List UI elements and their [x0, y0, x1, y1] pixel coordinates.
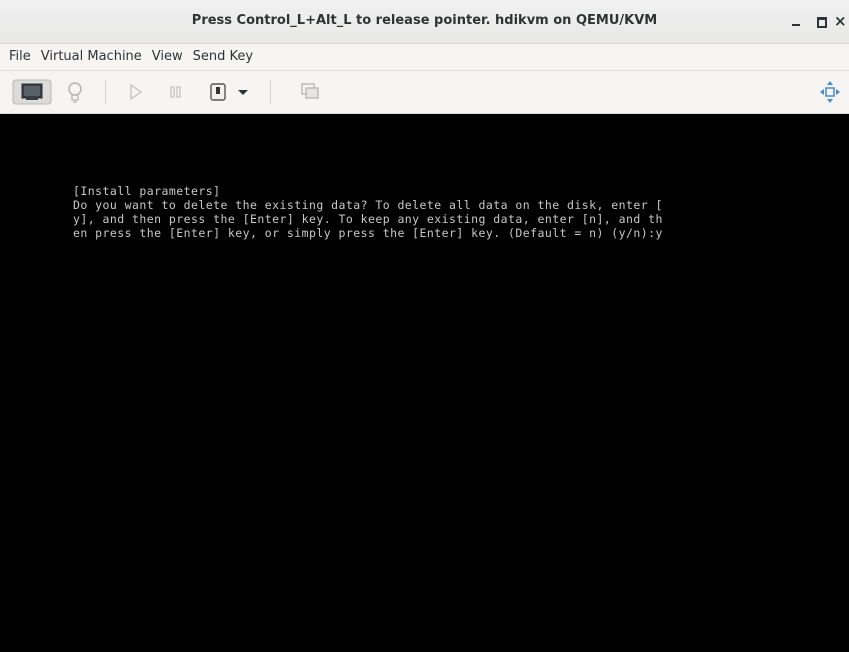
toolbar: [0, 71, 849, 114]
close-button[interactable]: ×: [831, 12, 849, 32]
menu-view[interactable]: View: [147, 44, 188, 70]
console-line: en press the [Enter] key, or simply pres…: [73, 226, 663, 240]
fullscreen-button[interactable]: [818, 79, 842, 105]
lightbulb-icon: [68, 82, 82, 103]
pause-button[interactable]: [165, 79, 187, 105]
shutdown-button[interactable]: [207, 79, 229, 105]
show-console-button[interactable]: [12, 79, 52, 105]
menu-send-key[interactable]: Send Key: [188, 44, 258, 70]
maximize-button[interactable]: [811, 12, 831, 32]
dropdown-arrow-icon: [238, 90, 248, 95]
minimize-icon: [792, 24, 800, 26]
pause-icon: [170, 86, 181, 98]
console-line: Do you want to delete the existing data?…: [73, 198, 663, 212]
console-output: [Install parameters] Do you want to delet…: [73, 184, 663, 240]
toolbar-separator: [270, 80, 271, 104]
snapshot-icon: [301, 83, 319, 99]
toolbar-separator: [105, 80, 106, 104]
play-icon: [130, 83, 143, 101]
vm-console-display[interactable]: [Install parameters] Do you want to delet…: [0, 114, 849, 652]
power-icon: [210, 83, 226, 101]
show-details-button[interactable]: [64, 79, 86, 105]
minimize-button[interactable]: [786, 12, 806, 32]
snapshots-button[interactable]: [299, 79, 321, 105]
maximize-icon: [817, 17, 827, 28]
fullscreen-icon: [820, 81, 840, 103]
run-button[interactable]: [124, 79, 146, 105]
console-line: y], and then press the [Enter] key. To k…: [73, 212, 663, 226]
title-bar[interactable]: Press Control_L+Alt_L to release pointer…: [0, 0, 849, 44]
vm-viewer-window: Press Control_L+Alt_L to release pointer…: [0, 0, 849, 652]
shutdown-menu-button[interactable]: [234, 79, 252, 105]
monitor-icon: [12, 79, 52, 105]
window-title: Press Control_L+Alt_L to release pointer…: [191, 13, 658, 28]
menu-file[interactable]: File: [4, 44, 36, 70]
menu-virtual-machine[interactable]: Virtual Machine: [36, 44, 147, 70]
console-line: [Install parameters]: [73, 184, 221, 198]
menu-bar: File Virtual Machine View Send Key: [0, 44, 849, 71]
close-icon: ×: [834, 12, 847, 30]
